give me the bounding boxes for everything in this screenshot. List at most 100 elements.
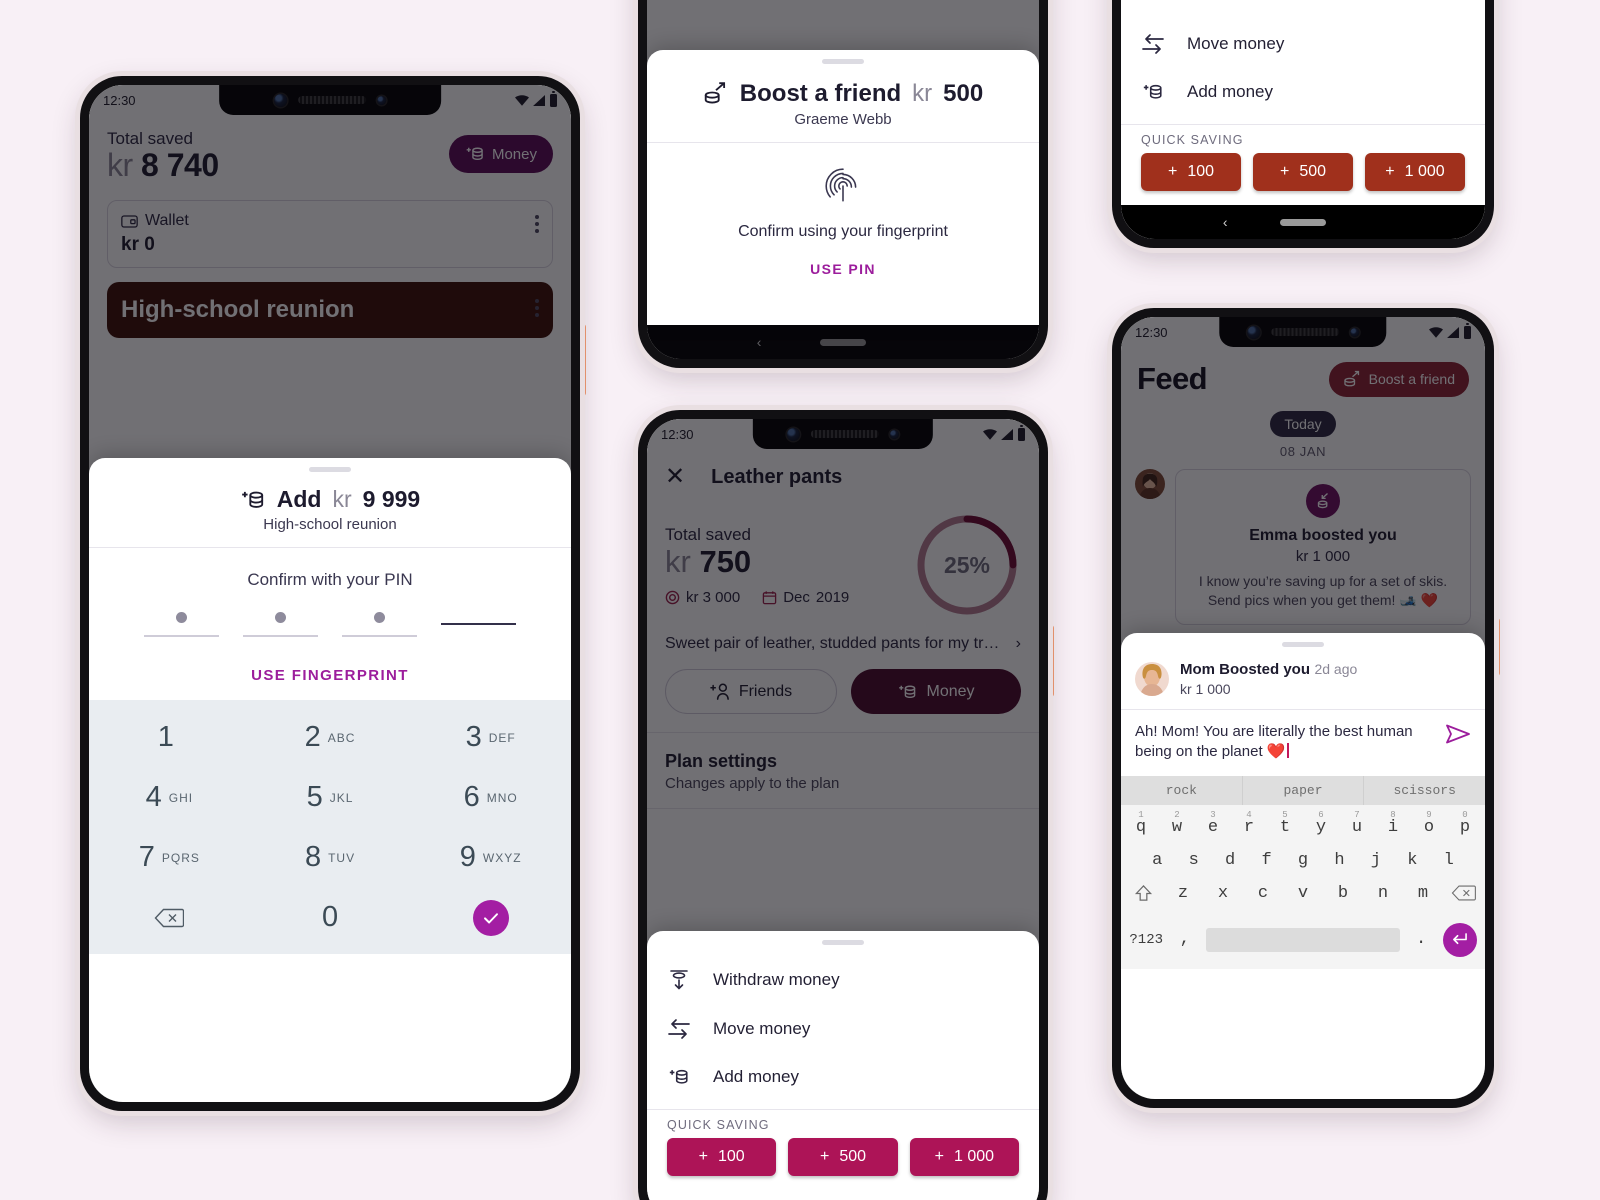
key-d[interactable]: d [1212,844,1248,877]
key-q[interactable]: 1q [1123,810,1159,844]
quick-save-amount: 100 [717,1148,745,1165]
key-c[interactable]: c [1243,877,1283,916]
phone-screen: Feed Boost a friend [1121,317,1485,1099]
add-money-icon [667,1066,691,1088]
quick-saving-sheet: Move money Add money QUICK SAVING + 100 … [1121,0,1485,239]
key-u[interactable]: 7u [1339,810,1375,844]
key-n[interactable]: n [1363,877,1403,916]
keypad-confirm-button[interactable] [410,888,571,948]
spacebar[interactable] [1206,927,1400,952]
keypad-key-2[interactable]: 2 ABC [250,708,411,768]
key-h[interactable]: h [1321,844,1357,877]
send-icon[interactable] [1445,722,1471,746]
phone-bezel: ✕ Leather pants Total saved kr 750 [647,419,1039,1200]
key-a[interactable]: a [1139,844,1175,877]
pin-slot-1 [144,612,219,637]
phone-body: Visa ending in 01 [638,0,1048,368]
shift-icon[interactable] [1123,877,1163,916]
keypad-key-6[interactable]: 6 MNO [410,768,571,828]
quick-save-100-button[interactable]: + 100 [667,1138,777,1176]
menu-item-move-money[interactable]: Move money [647,1005,1039,1053]
keypad-key-1[interactable]: 1 [89,708,250,768]
quick-save-500-button[interactable]: + 500 [1253,153,1353,191]
quick-save-100-button[interactable]: + 100 [1141,153,1241,191]
quick-save-1000-button[interactable]: + 1 000 [1365,153,1465,191]
check-icon [472,899,509,936]
use-pin-button[interactable]: USE PIN [647,261,1039,277]
enter-key[interactable] [1437,916,1483,964]
phone-bezel: Total saved kr 8 740 [89,85,571,1102]
reply-header: Mom Boosted you 2d ago kr 1 000 [1121,647,1485,709]
menu-item-withdraw-money[interactable]: Withdraw money [647,955,1039,1005]
symbols-key[interactable]: ?123 [1123,925,1169,955]
suggestion-3[interactable]: scissors [1364,776,1485,805]
keypad-key-5[interactable]: 5 JKL [250,768,411,828]
reply-compose-row: Ah! Mom! You are literally the best huma… [1121,710,1485,776]
keypad-key-7[interactable]: 7 PQRS [89,828,250,888]
power-button[interactable] [1047,625,1054,697]
money-actions-sheet: Withdraw money Move money Add money QUIC… [647,931,1039,1200]
sheet-grabber[interactable] [822,59,864,64]
menu-item-add-money[interactable]: Add money [647,1053,1039,1101]
keypad-key-9[interactable]: 9 WXYZ [410,828,571,888]
phone-quick-saving: Move money Add money QUICK SAVING + 100 … [1112,0,1494,248]
move-money-icon [1141,33,1165,55]
suggestion-2[interactable]: paper [1243,775,1365,805]
quick-save-500-button[interactable]: + 500 [788,1138,898,1176]
back-icon[interactable]: ‹ [1223,214,1228,230]
backspace-icon [154,907,185,929]
sheet-divider [89,547,571,548]
avatar [1135,662,1169,696]
key-g[interactable]: g [1285,844,1321,877]
key-w[interactable]: 2w [1159,810,1195,844]
key-z[interactable]: z [1163,877,1203,916]
key-l[interactable]: l [1431,844,1467,877]
menu-item-move-money[interactable]: Move money [1121,20,1485,68]
key-f[interactable]: f [1248,844,1284,877]
sheet-grabber[interactable] [309,467,351,472]
keypad-key-4[interactable]: 4 GHI [89,768,250,828]
quick-save-amount: 500 [1299,163,1327,180]
key-r[interactable]: 4r [1231,810,1267,844]
key-comma[interactable]: , [1169,923,1200,956]
key-x[interactable]: x [1203,877,1243,916]
pin-input[interactable] [89,612,571,637]
key-s[interactable]: s [1175,844,1211,877]
home-pill[interactable] [1280,218,1326,226]
quick-save-1000-button[interactable]: + 1 000 [909,1138,1019,1176]
keypad-key-8[interactable]: 8 TUV [250,828,411,888]
phone-screen: Move money Add money QUICK SAVING + 100 … [1121,0,1485,239]
key-b[interactable]: b [1323,877,1363,916]
quick-save-amount: 100 [1187,163,1215,180]
key-v[interactable]: v [1283,877,1323,916]
reply-input[interactable]: Ah! Mom! You are literally the best huma… [1135,722,1435,762]
keypad-key-3[interactable]: 3 DEF [410,708,571,768]
key-period[interactable]: . [1406,923,1437,956]
key-o[interactable]: 9o [1411,810,1447,844]
sheet-title-action: Add [276,486,322,512]
phone-bezel: Feed Boost a friend [1121,317,1485,1099]
key-y[interactable]: 6y [1303,810,1339,844]
key-m[interactable]: m [1403,877,1443,916]
phone-body: Feed Boost a friend [1112,308,1494,1108]
power-button[interactable] [1493,618,1500,676]
menu-item-add-money[interactable]: Add money [1121,68,1485,116]
menu-item-label: Withdraw money [713,970,840,989]
pin-keypad: 1 2 ABC 3 DEF 4 GHI 5 JKL 6 MNO 7 PQRS 8… [89,699,571,954]
suggestion-1[interactable]: rock [1121,775,1243,805]
key-i[interactable]: 8i [1375,810,1411,844]
pin-slot-2 [243,612,318,637]
menu-item-label: Add money [713,1067,799,1086]
key-p[interactable]: 0p [1447,810,1483,844]
keypad-backspace[interactable] [89,888,250,948]
backspace-icon[interactable] [1443,877,1483,916]
fingerprint-icon[interactable] [647,165,1039,207]
key-t[interactable]: 5t [1267,810,1303,844]
key-j[interactable]: j [1358,844,1394,877]
use-fingerprint-button[interactable]: USE FINGERPRINT [89,667,571,684]
key-k[interactable]: k [1394,844,1430,877]
power-button[interactable] [579,324,586,396]
key-e[interactable]: 3e [1195,810,1231,844]
keypad-key-0[interactable]: 0 [250,888,411,948]
menu-item-label: Add money [1187,82,1273,101]
